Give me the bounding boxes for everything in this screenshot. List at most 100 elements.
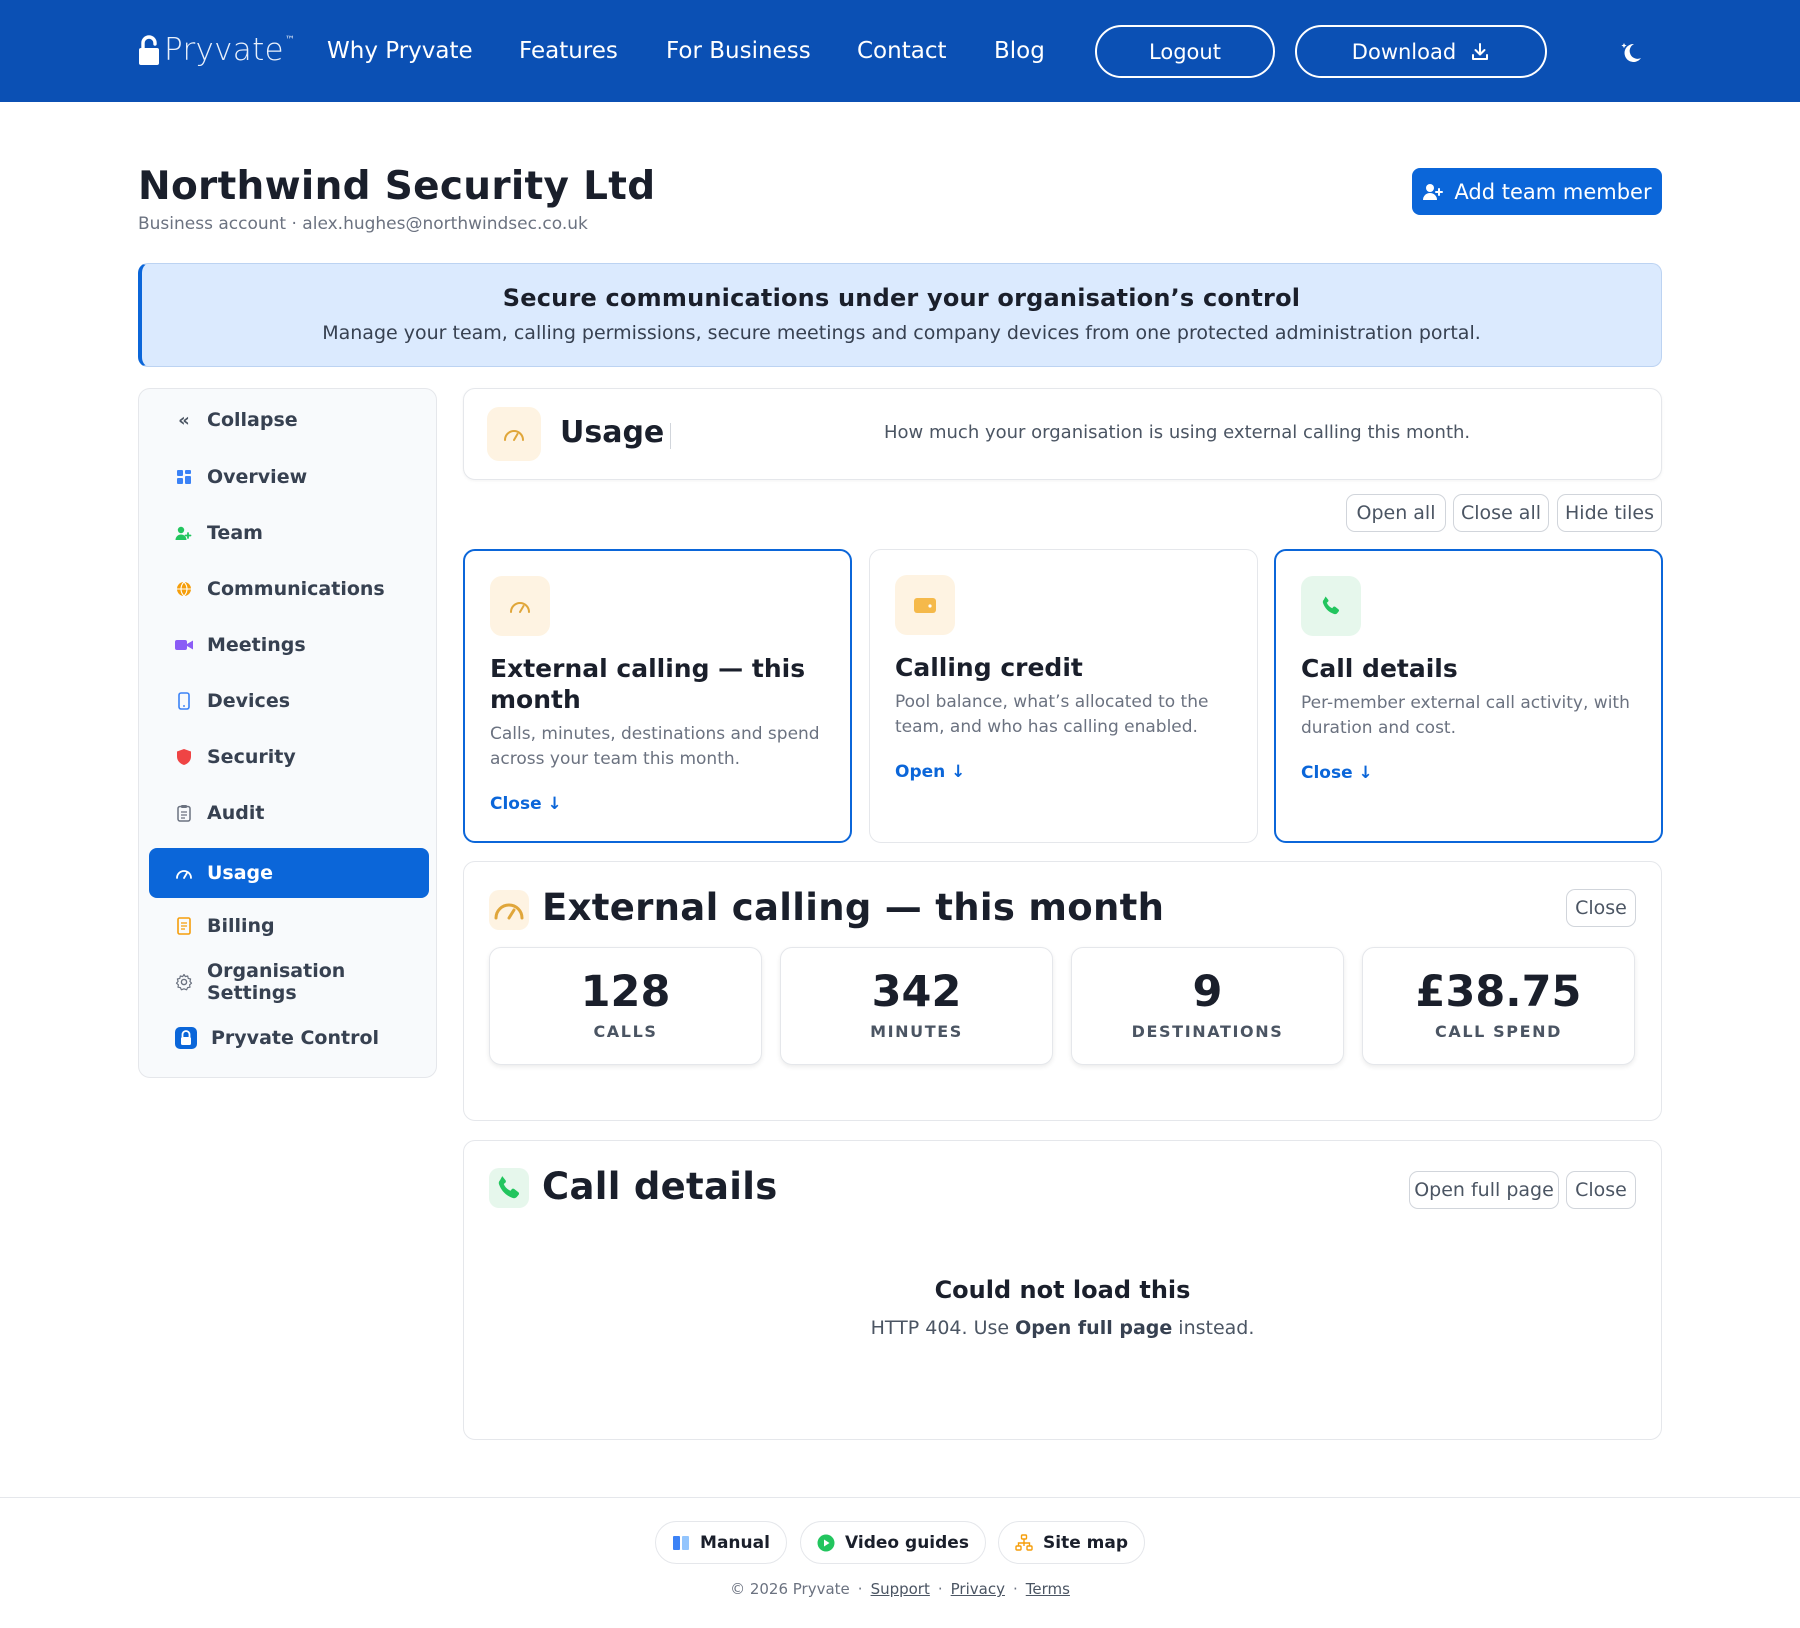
sidebar-item-label: Devices	[207, 690, 291, 712]
add-user-icon	[1423, 183, 1444, 200]
sidebar-item-pryvate-control[interactable]: Pryvate Control	[149, 1013, 429, 1063]
stat-value: £38.75	[1415, 967, 1582, 1017]
panel-close-button[interactable]: Close	[1566, 1171, 1636, 1209]
users-icon	[175, 524, 193, 542]
footer-copyright: © 2026 Pryvate · Support · Privacy · Terms	[0, 1580, 1800, 1598]
copyright-text: © 2026 Pryvate	[730, 1580, 850, 1598]
sidebar-item-security[interactable]: Security	[149, 732, 429, 782]
add-team-member-label: Add team member	[1454, 179, 1652, 204]
tile-close-link[interactable]: Close ↓	[1301, 763, 1373, 783]
dark-mode-moon-icon[interactable]	[1618, 40, 1644, 66]
sidebar-item-usage[interactable]: Usage	[149, 848, 429, 898]
tile-title: Calling credit	[895, 653, 1083, 682]
open-full-page-button[interactable]: Open full page	[1409, 1171, 1559, 1209]
sidebar-item-team[interactable]: Team	[149, 508, 429, 558]
sidebar-item-billing[interactable]: Billing	[149, 901, 429, 951]
stat-card-call-spend: £38.75 CALL SPEND	[1362, 947, 1635, 1065]
gauge-icon	[175, 864, 193, 882]
stat-value: 128	[580, 967, 671, 1017]
sidebar-item-label: Billing	[207, 915, 275, 937]
manual-button[interactable]: Manual	[655, 1521, 787, 1564]
sidebar-item-overview[interactable]: Overview	[149, 452, 429, 502]
sidebar-item-audit[interactable]: Audit	[149, 788, 429, 838]
sidebar-item-label: Audit	[207, 802, 265, 824]
sidebar-collapse-label: Collapse	[207, 409, 298, 431]
logout-button[interactable]: Logout	[1095, 25, 1275, 78]
logo-wordmark: Pryvate	[164, 32, 284, 68]
tile-call-details[interactable]: Call details Per-member external call ac…	[1274, 549, 1663, 843]
sidebar-item-label: Security	[207, 746, 296, 768]
usage-description: How much your organisation is using exte…	[884, 422, 1471, 443]
separator: ·	[1012, 1580, 1018, 1598]
stat-card-minutes: 342 MINUTES	[780, 947, 1053, 1065]
sidebar: « Collapse Overview Team Communications …	[138, 388, 437, 1078]
privacy-link[interactable]: Privacy	[951, 1580, 1005, 1598]
site-map-label: Site map	[1043, 1532, 1128, 1553]
tile-calling-credit[interactable]: Calling credit Pool balance, what’s allo…	[869, 549, 1258, 843]
stat-label: CALLS	[593, 1022, 658, 1041]
gauge-icon	[490, 576, 550, 636]
sidebar-item-organisation-settings[interactable]: Organisation Settings	[149, 957, 429, 1007]
error-message: HTTP 404. Use Open full page instead.	[464, 1317, 1661, 1339]
stat-label: MINUTES	[870, 1022, 963, 1041]
call-details-panel: Call details Open full page Close Could …	[463, 1140, 1662, 1440]
stat-value: 342	[871, 967, 962, 1017]
lock-icon	[175, 1027, 197, 1049]
globe-icon	[175, 580, 193, 598]
tile-close-link[interactable]: Close ↓	[490, 794, 562, 814]
video-guides-button[interactable]: Video guides	[800, 1521, 986, 1564]
nav-link-why-pryvate[interactable]: Why Pryvate	[327, 36, 473, 66]
hide-tiles-button[interactable]: Hide tiles	[1557, 494, 1662, 532]
stat-label: DESTINATIONS	[1131, 1022, 1284, 1041]
top-navigation: Pryvate ™ Why Pryvate Features For Busine…	[0, 0, 1800, 102]
error-suffix: instead.	[1172, 1317, 1255, 1339]
gauge-icon	[487, 407, 541, 461]
sidebar-item-label: Organisation Settings	[207, 960, 346, 1004]
tile-open-link[interactable]: Open ↓	[895, 762, 965, 782]
external-calling-panel: External calling — this month Close 128 …	[463, 861, 1662, 1121]
phone-icon	[1301, 576, 1361, 636]
close-all-button[interactable]: Close all	[1453, 494, 1549, 532]
download-icon	[1472, 42, 1489, 60]
download-button[interactable]: Download	[1295, 25, 1547, 78]
panel-close-button[interactable]: Close	[1566, 889, 1636, 927]
terms-link[interactable]: Terms	[1026, 1580, 1070, 1598]
sidebar-collapse[interactable]: « Collapse	[149, 395, 429, 445]
sidebar-item-label: Pryvate Control	[211, 1027, 380, 1049]
error-emphasis: Open full page	[1015, 1317, 1173, 1339]
logo-trademark: ™	[284, 34, 295, 46]
nav-link-contact[interactable]: Contact	[857, 36, 946, 66]
support-link[interactable]: Support	[871, 1580, 930, 1598]
account-details: Business account · alex.hughes@northwind…	[138, 214, 588, 234]
organisation-name: Northwind Security Ltd	[138, 164, 656, 209]
gear-icon	[175, 973, 193, 991]
grid-icon	[175, 468, 193, 486]
usage-header-card: Usage How much your organisation is usin…	[463, 388, 1662, 480]
tile-external-calling[interactable]: External calling — this month Calls, min…	[463, 549, 852, 843]
site-map-button[interactable]: Site map	[998, 1521, 1145, 1564]
receipt-icon	[175, 917, 193, 935]
separator: ·	[857, 1580, 863, 1598]
book-icon	[673, 1535, 690, 1550]
banner-text: Manage your team, calling permissions, s…	[322, 322, 1481, 344]
manual-label: Manual	[700, 1532, 770, 1553]
mobile-device-icon	[175, 692, 193, 710]
stat-label: CALL SPEND	[1435, 1022, 1562, 1041]
download-label: Download	[1351, 39, 1457, 64]
nav-link-blog[interactable]: Blog	[994, 36, 1045, 66]
video-guides-label: Video guides	[845, 1532, 969, 1553]
nav-link-features[interactable]: Features	[519, 36, 618, 66]
clipboard-icon	[175, 804, 193, 822]
sitemap-icon	[1015, 1533, 1033, 1551]
pryvate-logo[interactable]: Pryvate ™	[138, 30, 295, 70]
gauge-icon	[489, 890, 529, 930]
stat-card-calls: 128 CALLS	[489, 947, 762, 1065]
sidebar-item-devices[interactable]: Devices	[149, 676, 429, 726]
nav-link-for-business[interactable]: For Business	[666, 36, 811, 66]
open-all-button[interactable]: Open all	[1346, 494, 1446, 532]
sidebar-item-meetings[interactable]: Meetings	[149, 620, 429, 670]
add-team-member-button[interactable]: Add team member	[1412, 168, 1662, 215]
sidebar-item-communications[interactable]: Communications	[149, 564, 429, 614]
tile-description: Pool balance, what’s allocated to the te…	[895, 692, 1209, 737]
panel-title: Call details	[542, 1165, 778, 1208]
